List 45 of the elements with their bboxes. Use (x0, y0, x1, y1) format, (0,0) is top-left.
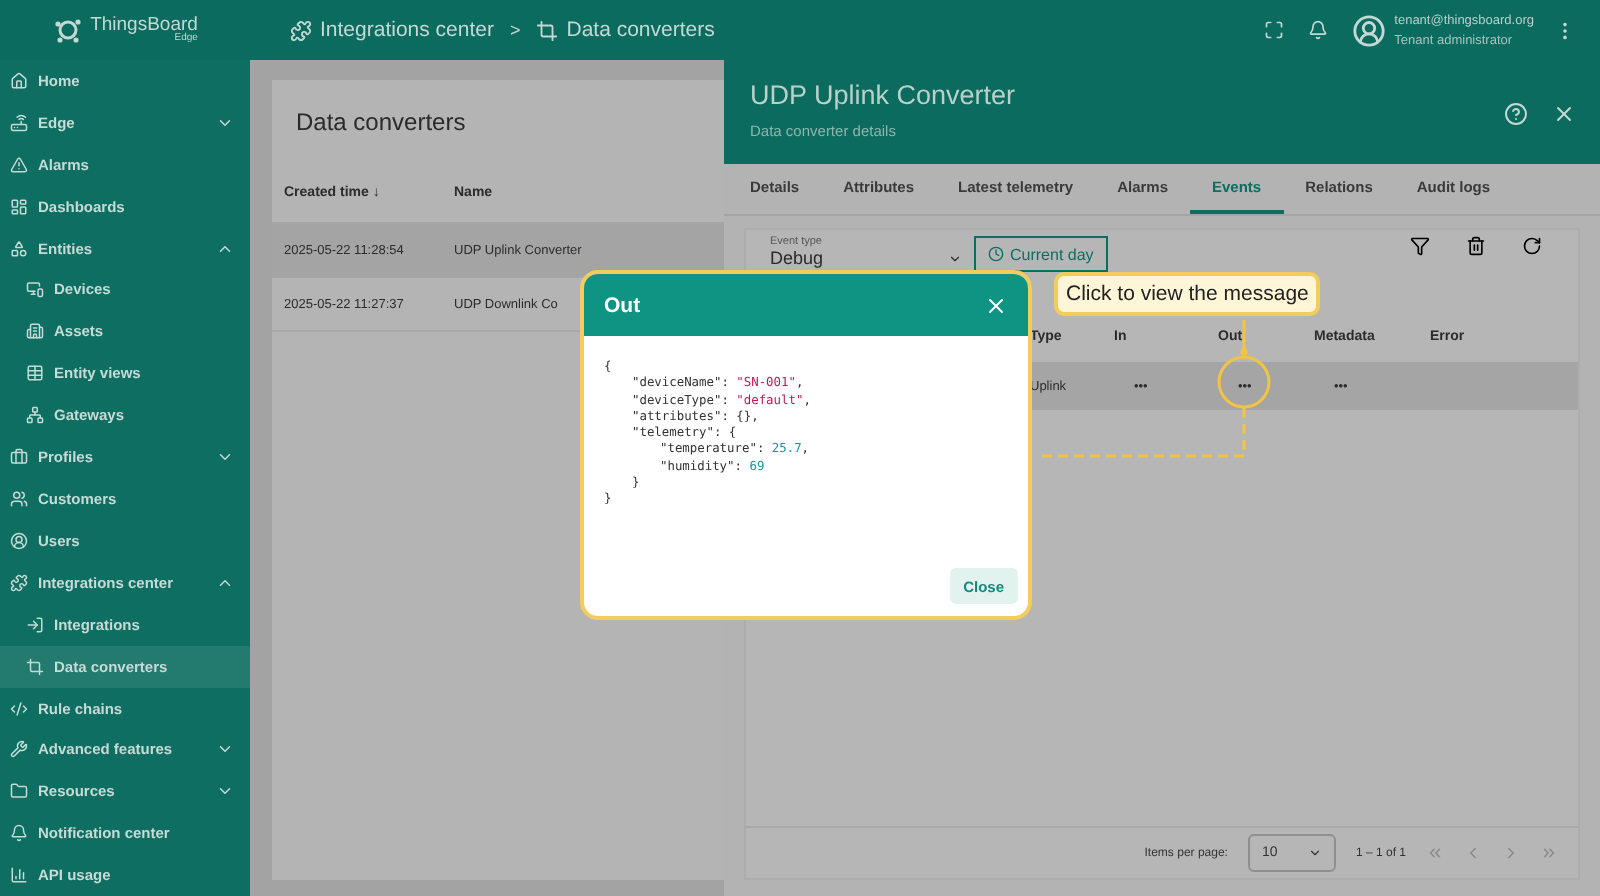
dropdown-icon (1307, 846, 1322, 860)
card-title: Data converters (294, 106, 468, 140)
breadcrumb-separator: > (509, 20, 521, 40)
login-icon (26, 615, 44, 634)
filter-icon[interactable] (1410, 236, 1430, 256)
dropdown-icon (948, 251, 962, 265)
bell-icon (10, 824, 28, 843)
devices-icon (26, 280, 44, 299)
building-icon (26, 322, 44, 341)
puzzle-icon (290, 19, 312, 41)
notifications-icon[interactable] (1308, 20, 1329, 40)
network-icon (26, 406, 44, 425)
folder-icon (10, 782, 28, 801)
clock-icon (988, 246, 1004, 262)
user-icon (10, 531, 28, 550)
router-icon (10, 113, 28, 132)
crop-icon (536, 19, 559, 41)
warning-icon (10, 155, 28, 174)
highlight-circle (1217, 355, 1271, 409)
chart-icon (10, 866, 28, 885)
refresh-icon[interactable] (1522, 236, 1542, 256)
home-icon (10, 71, 28, 90)
avatar-icon[interactable] (1352, 13, 1387, 47)
close-icon[interactable] (984, 293, 1008, 317)
shapes-icon (10, 239, 28, 258)
dialog-title: Out (604, 293, 641, 317)
help-icon[interactable] (1504, 102, 1528, 126)
code-icon (10, 699, 28, 718)
breadcrumb-link[interactable]: Integrations center (320, 18, 494, 42)
crop-icon (26, 657, 44, 676)
callout: Click to view the message (1054, 272, 1321, 316)
fullscreen-icon[interactable] (1264, 20, 1285, 40)
logo-icon (52, 14, 85, 46)
breadcrumb-link[interactable]: Data converters (566, 18, 715, 42)
table-icon (26, 364, 44, 383)
delete-icon[interactable] (1466, 236, 1486, 256)
dashboard-icon (10, 197, 28, 216)
puzzle-icon (10, 573, 28, 592)
logo-text: ThingsBoard (90, 15, 198, 35)
briefcase-icon (10, 448, 28, 467)
users-icon (10, 490, 28, 509)
close-icon[interactable] (1552, 102, 1576, 126)
panel-title: UDP Uplink Converter (750, 80, 1018, 110)
pointer-line (1240, 320, 1248, 356)
wrench-icon (10, 740, 28, 759)
